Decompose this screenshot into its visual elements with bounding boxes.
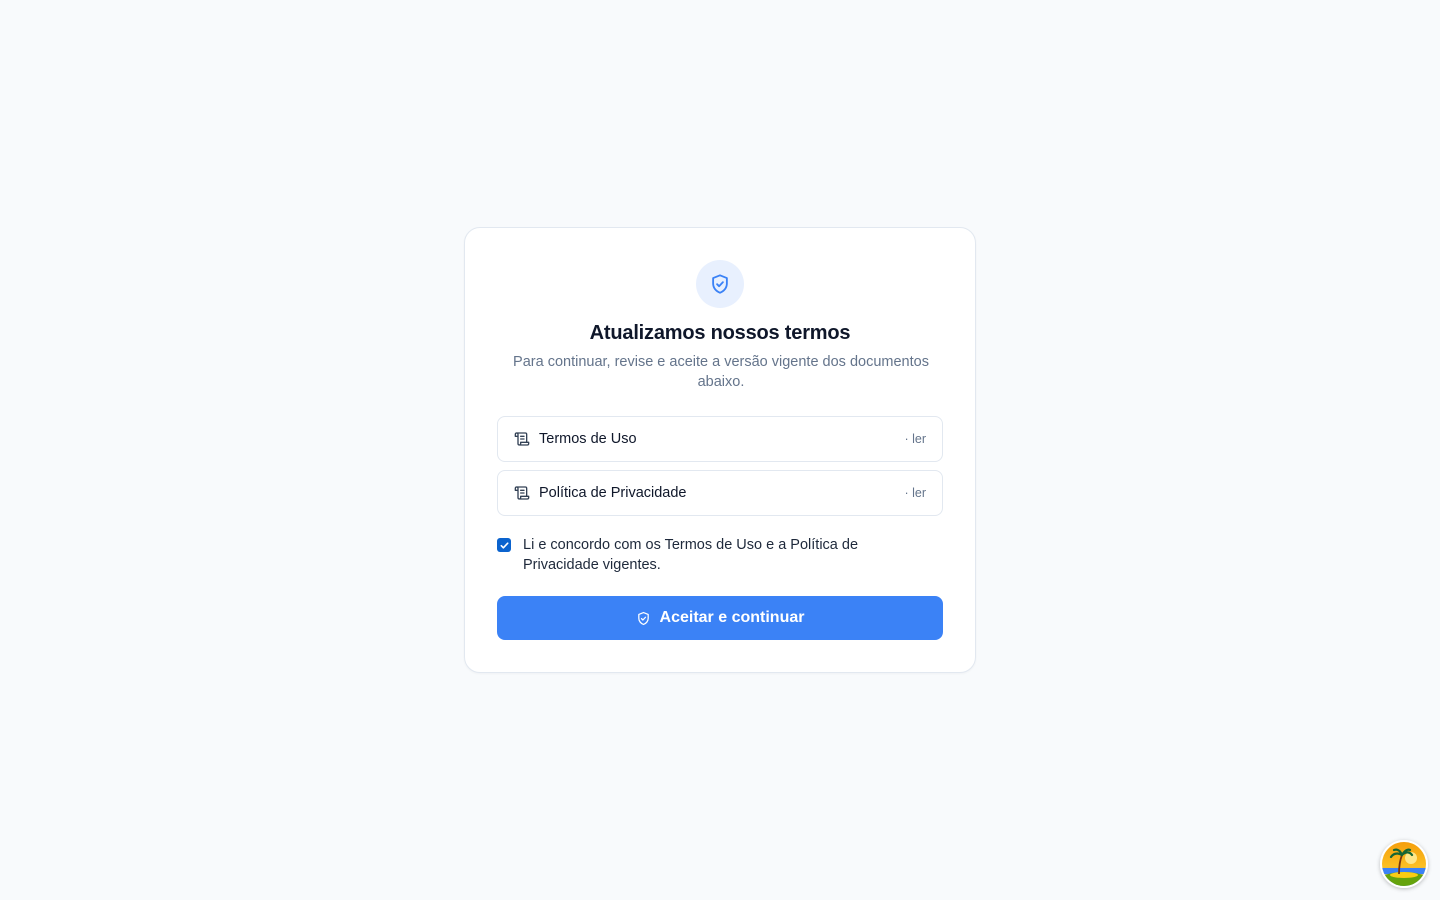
accept-continue-button[interactable]: Aceitar e continuar	[497, 596, 943, 640]
read-link[interactable]: · ler	[904, 486, 926, 500]
shield-check-icon	[636, 610, 652, 626]
consent-checkbox[interactable]	[497, 538, 511, 552]
dialog-title: Atualizamos nossos termos	[589, 322, 851, 344]
user-avatar[interactable]	[1380, 840, 1428, 888]
avatar-beach-icon	[1382, 842, 1426, 886]
document-label: Termos de Uso	[539, 431, 637, 447]
checkmark-icon	[499, 541, 509, 549]
document-label: Política de Privacidade	[539, 485, 687, 501]
accept-button-label: Aceitar e continuar	[659, 609, 805, 626]
dialog-subtitle: Para continuar, revise e aceite a versão…	[513, 354, 929, 390]
scroll-icon	[514, 485, 530, 501]
terms-dialog: Atualizamos nossos termos Para continuar…	[464, 227, 976, 673]
consent-label[interactable]: Li e concordo com os Termos de Uso e a P…	[523, 535, 903, 575]
document-link-privacy[interactable]: Política de Privacidade · ler	[497, 470, 943, 516]
document-link-terms[interactable]: Termos de Uso · ler	[497, 416, 943, 462]
read-link[interactable]: · ler	[904, 432, 926, 446]
consent-row: Li e concordo com os Termos de Uso e a P…	[497, 535, 943, 575]
scroll-icon	[514, 431, 530, 447]
shield-check-icon	[696, 260, 744, 308]
